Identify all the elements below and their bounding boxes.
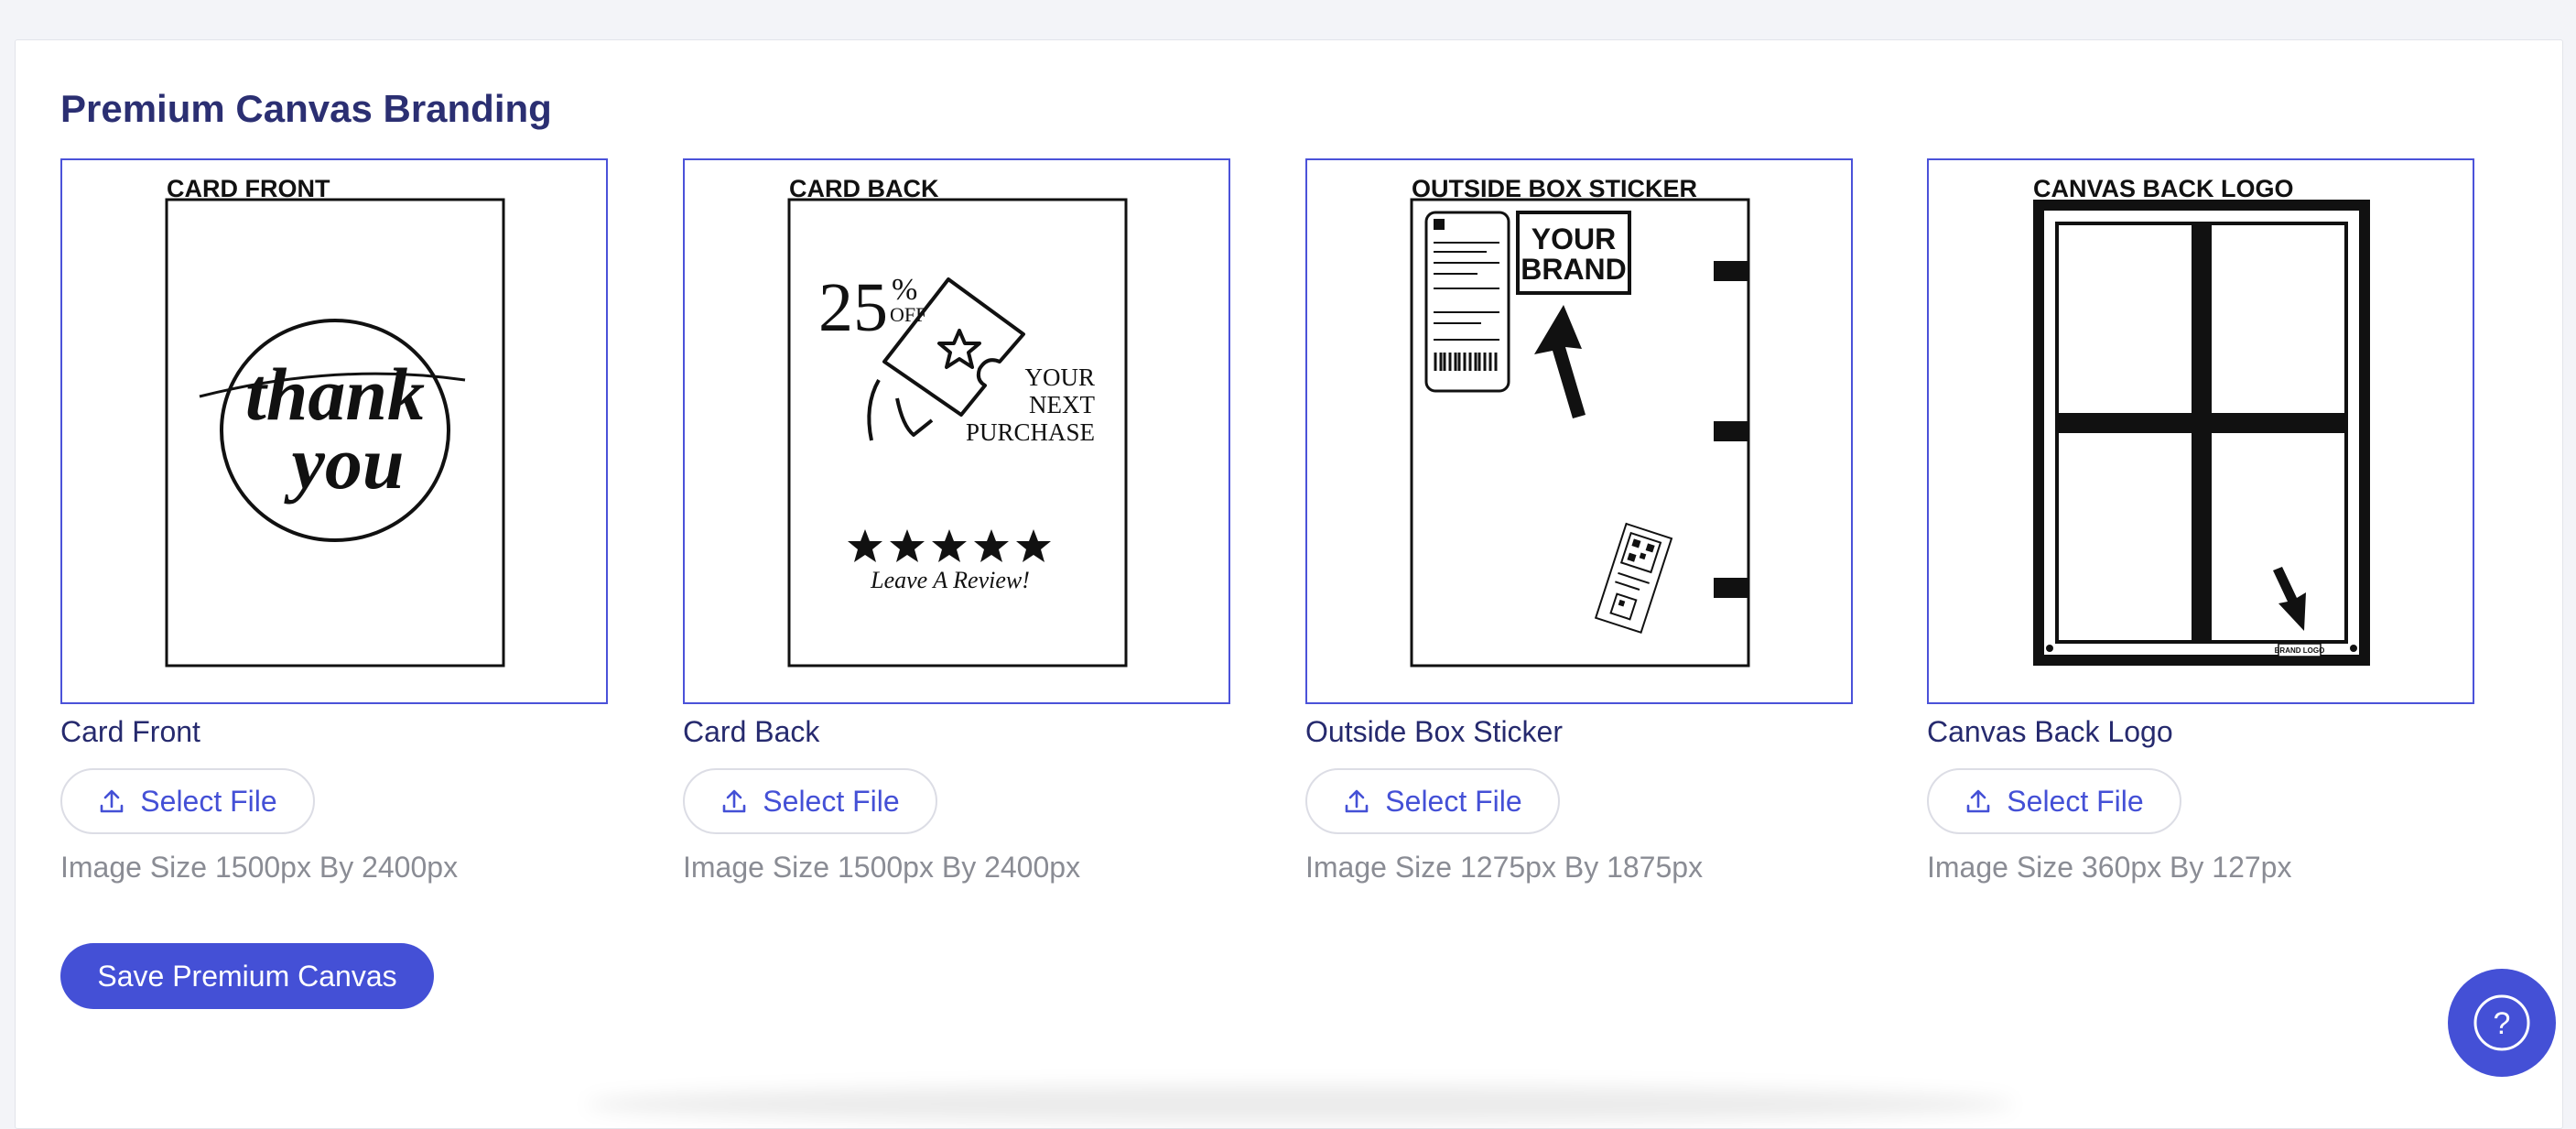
canvas-back-logo-select-file-button[interactable]: Select File [1927, 768, 2181, 834]
help-button[interactable]: ? [2448, 969, 2556, 1077]
sticker-brand-line-2: BRAND [1521, 253, 1627, 286]
card-back-uploader: CARD BACK 25 % OFF YOUR NEXT PURCHASE Le… [683, 158, 1230, 885]
review-text: Leave A Review! [870, 567, 1030, 593]
outside-box-sticker-label: Outside Box Sticker [1305, 715, 1563, 748]
outside-box-sticker-size-hint: Image Size 1275px By 1875px [1305, 851, 1704, 884]
card-back-label: Card Back [683, 715, 820, 748]
upload-icon [1343, 787, 1370, 815]
select-file-label: Select File [2007, 784, 2144, 818]
discount-number: 25 [818, 269, 888, 346]
offer-line-2: NEXT [1029, 391, 1095, 418]
outside-box-sticker-preview: OUTSIDE BOX STICKER YOUR BRAND [1305, 158, 1853, 704]
card-front-preview: CARD FRONT thank you [60, 158, 608, 704]
upload-icon [720, 787, 748, 815]
card-front-uploader: CARD FRONT thank you Card Front Select F… [60, 158, 608, 885]
offer-line-3: PURCHASE [966, 418, 1095, 446]
canvas-back-logo-uploader: CANVAS BACK LOGO BRAND LOGO Canvas Back … [1927, 158, 2474, 885]
card-front-size-hint: Image Size 1500px By 2400px [60, 851, 459, 884]
sticker-brand-line-1: YOUR [1532, 223, 1616, 255]
canvas-back-logo-preview: CANVAS BACK LOGO BRAND LOGO [1927, 158, 2474, 704]
canvas-back-header: CANVAS BACK LOGO [2033, 175, 2294, 202]
card-back-size-hint: Image Size 1500px By 2400px [683, 851, 1081, 884]
bottom-shadow [586, 1086, 2014, 1123]
offer-line-1: YOUR [1024, 364, 1095, 391]
question-circle-icon: ? [2473, 994, 2530, 1051]
outside-box-sticker-select-file-button[interactable]: Select File [1305, 768, 1560, 834]
select-file-label: Select File [140, 784, 277, 818]
canvas-back-logo-size-hint: Image Size 360px By 127px [1927, 851, 2292, 884]
save-premium-canvas-button[interactable]: Save Premium Canvas [60, 943, 434, 1009]
svg-text:?: ? [2494, 1006, 2511, 1041]
card-front-select-file-button[interactable]: Select File [60, 768, 315, 834]
card-front-label: Card Front [60, 715, 200, 748]
you-text: you [284, 421, 405, 505]
canvas-back-logo-label: Canvas Back Logo [1927, 715, 2173, 748]
brand-logo-tag: BRAND LOGO [2275, 646, 2325, 655]
discount-percent: % [892, 273, 917, 307]
upload-icon [1964, 787, 1992, 815]
canvas-frame-icon [2033, 200, 2370, 666]
upload-icon [98, 787, 125, 815]
card-back-preview: CARD BACK 25 % OFF YOUR NEXT PURCHASE Le… [683, 158, 1230, 704]
outside-box-sticker-uploader: OUTSIDE BOX STICKER YOUR BRAND Outside B… [1305, 158, 1853, 885]
card-back-select-file-button[interactable]: Select File [683, 768, 937, 834]
select-file-label: Select File [763, 784, 900, 818]
select-file-label: Select File [1385, 784, 1522, 818]
section-title: Premium Canvas Branding [60, 87, 552, 130]
